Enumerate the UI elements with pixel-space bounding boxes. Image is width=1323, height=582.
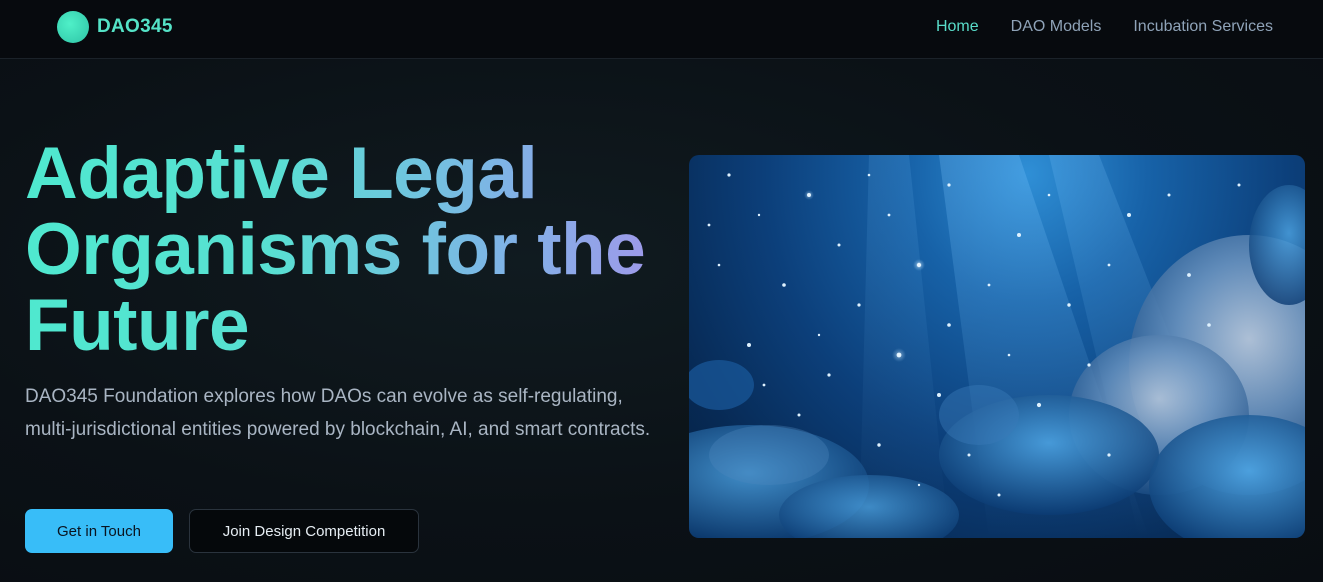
brand-logo[interactable]: DAO345	[57, 11, 173, 43]
join-design-competition-button[interactable]: Join Design Competition	[189, 509, 419, 553]
hero-title: Adaptive Legal Organisms for the Future	[25, 136, 665, 364]
logo-circle-icon	[57, 11, 89, 43]
nav-link-incubation-services[interactable]: Incubation Services	[1133, 17, 1273, 37]
nav-link-home[interactable]: Home	[936, 17, 979, 37]
underwater-coral-illustration	[689, 155, 1305, 538]
main-nav: Home DAO Models Incubation Services	[904, 17, 1273, 37]
top-navbar: DAO345 Home DAO Models Incubation Servic…	[0, 0, 1323, 59]
brand-name: DAO345	[97, 16, 173, 37]
hero-image	[689, 155, 1305, 538]
nav-link-dao-models[interactable]: DAO Models	[1011, 17, 1102, 37]
hero-description: DAO345 Foundation explores how DAOs can …	[25, 386, 651, 440]
get-in-touch-button[interactable]: Get in Touch	[25, 509, 173, 553]
